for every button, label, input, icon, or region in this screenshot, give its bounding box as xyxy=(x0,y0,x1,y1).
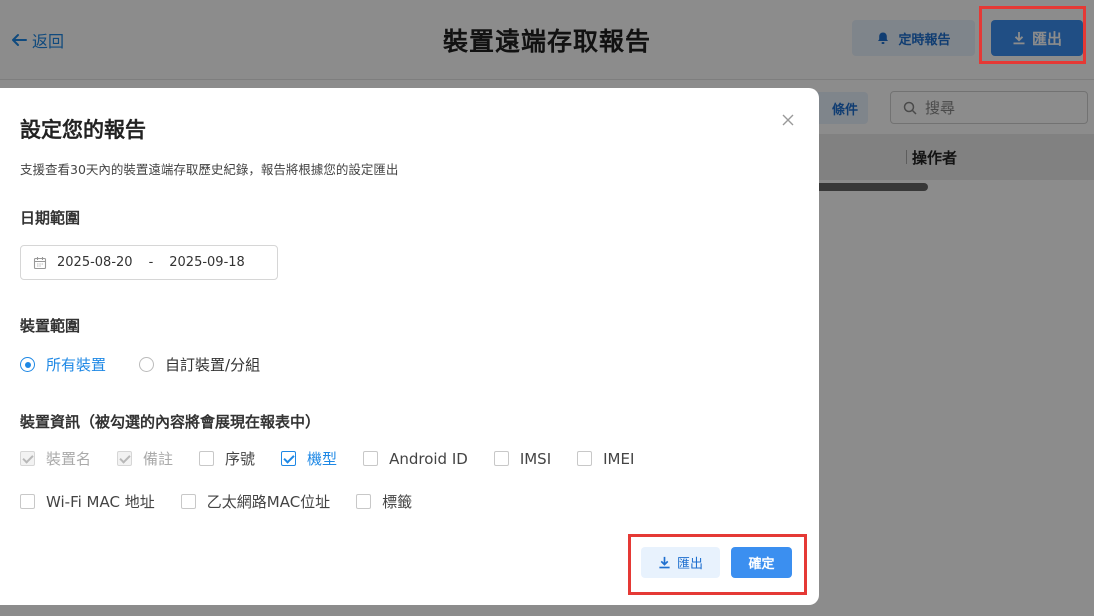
checkbox-android-id[interactable] xyxy=(363,451,379,466)
checkbox-item-imei[interactable]: IMEI xyxy=(577,450,634,468)
checkbox-item-ethernet-mac[interactable]: 乙太網路MAC位址 xyxy=(180,491,330,512)
checkbox-imsi[interactable] xyxy=(493,451,509,466)
device-range-radio-group: 所有裝置 自訂裝置/分組 xyxy=(20,354,260,375)
checkbox-label-serial[interactable]: 序號 xyxy=(225,448,255,469)
checkbox-note xyxy=(117,451,133,466)
checkbox-label-tag[interactable]: 標籤 xyxy=(382,491,412,512)
checkbox-item-tag[interactable]: 標籤 xyxy=(356,491,412,512)
checkbox-item-model[interactable]: 機型 xyxy=(281,448,337,469)
checkbox-wifi-mac[interactable] xyxy=(20,494,35,509)
device-info-label: 裝置資訊（被勾選的內容將會展現在報表中） xyxy=(20,413,321,431)
device-range-label: 裝置範圍 xyxy=(20,317,81,335)
checkbox-item-imsi[interactable]: IMSI xyxy=(493,450,551,468)
close-icon[interactable] xyxy=(780,112,796,128)
checkbox-item-wifi-mac[interactable]: Wi-Fi MAC 地址 xyxy=(20,491,155,512)
date-start[interactable]: 2025-08-20 xyxy=(57,255,133,270)
radio-custom-devices[interactable] xyxy=(139,357,155,372)
checkbox-label-note: 備註 xyxy=(143,450,174,468)
checkbox-tag[interactable] xyxy=(356,494,372,509)
modal-title: 設定您的報告 xyxy=(20,118,146,142)
radio-all-devices-label[interactable]: 所有裝置 xyxy=(46,354,106,375)
device-info-checkbox-row-1: 裝置名 備註 序號 機型 Android ID IMSI IMEI xyxy=(20,448,660,469)
device-info-checkbox-row-2: Wi-Fi MAC 地址 乙太網路MAC位址 標籤 xyxy=(20,491,438,512)
checkbox-label-android-id[interactable]: Android ID xyxy=(389,450,468,468)
checkbox-label-imsi[interactable]: IMSI xyxy=(520,450,551,468)
date-end[interactable]: 2025-09-18 xyxy=(169,255,245,270)
checkbox-item-serial[interactable]: 序號 xyxy=(199,448,255,469)
calendar-icon xyxy=(33,256,47,269)
modal-description: 支援查看30天內的裝置遠端存取歷史紀錄，報告將根據您的設定匯出 xyxy=(20,162,399,177)
checkbox-serial[interactable] xyxy=(199,451,215,466)
checkbox-imei[interactable] xyxy=(577,451,593,466)
checkbox-model[interactable] xyxy=(281,451,297,466)
checkbox-label-ethernet-mac[interactable]: 乙太網路MAC位址 xyxy=(207,491,330,512)
checkbox-label-model[interactable]: 機型 xyxy=(307,448,337,469)
checkbox-label-device-name: 裝置名 xyxy=(46,450,92,468)
date-range-label: 日期範圍 xyxy=(20,209,81,227)
checkbox-item-device-name: 裝置名 xyxy=(20,448,91,469)
checkbox-label-wifi-mac[interactable]: Wi-Fi MAC 地址 xyxy=(46,491,155,512)
report-settings-modal: 設定您的報告 支援查看30天內的裝置遠端存取歷史紀錄，報告將根據您的設定匯出 日… xyxy=(0,88,819,605)
radio-all-devices[interactable] xyxy=(20,357,35,372)
checkbox-item-android-id[interactable]: Android ID xyxy=(363,450,468,468)
highlight-box-modal-buttons xyxy=(628,534,807,595)
checkbox-item-note: 備註 xyxy=(117,448,173,469)
checkbox-ethernet-mac[interactable] xyxy=(180,494,196,509)
date-separator: - xyxy=(148,255,154,270)
highlight-box-top-export xyxy=(979,6,1086,64)
date-range-picker[interactable]: 2025-08-20 - 2025-09-18 xyxy=(20,245,278,280)
checkbox-label-imei[interactable]: IMEI xyxy=(603,450,634,468)
checkbox-device-name xyxy=(20,451,35,466)
radio-custom-devices-label[interactable]: 自訂裝置/分組 xyxy=(165,354,260,375)
